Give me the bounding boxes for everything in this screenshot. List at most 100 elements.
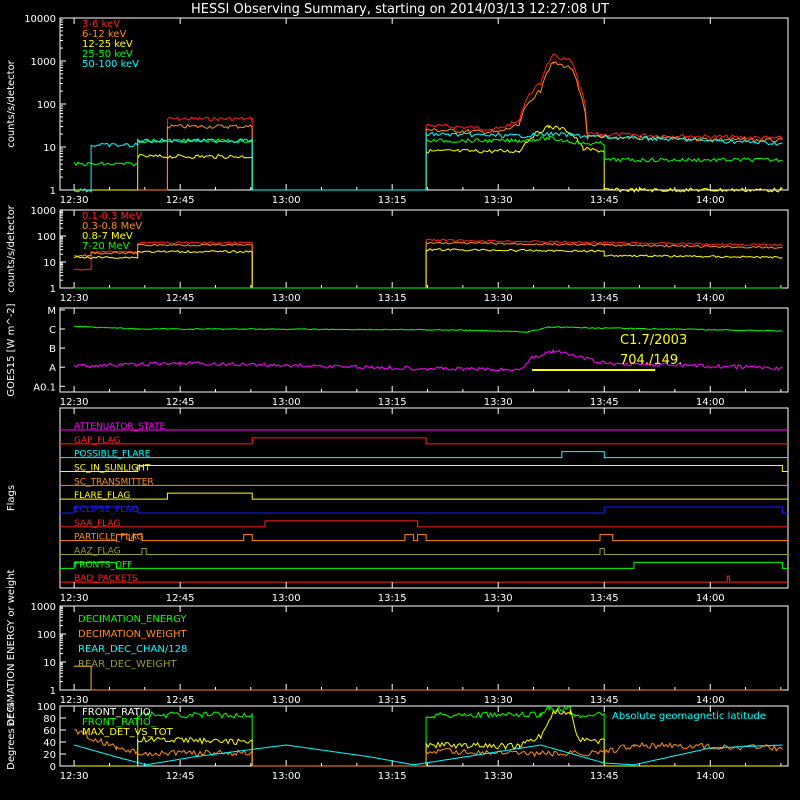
goes-ytick-label: B [49, 344, 56, 355]
highe-ytick-label: 100 [37, 232, 56, 243]
ratio-annotation: Absolute geomagnetic latitude [612, 711, 766, 722]
hessi-summary-figure: HESSI Observing Summary, starting on 201… [0, 0, 800, 800]
highe-xtick-label: 12:30 [60, 293, 89, 304]
flag-line [60, 492, 788, 500]
flags-frame [59, 407, 789, 589]
highe-xtick-label: 13:15 [378, 293, 407, 304]
ratio-xtick-label: 14:00 [696, 771, 725, 782]
flag-label: SC_IN_SUNLIGHT [74, 464, 151, 474]
flags-xtick-label: 13:30 [484, 593, 513, 604]
flag-label: GAP_FLAG [74, 436, 120, 446]
lowe-xtick-label: 14:00 [696, 195, 725, 206]
goes-xtick-label: 13:45 [590, 397, 619, 408]
lowe-xtick-label: 13:15 [378, 195, 407, 206]
decim-xtick-label: 13:00 [272, 695, 301, 706]
ratio-ylabel: Degrees or % [6, 702, 17, 770]
figure-title: HESSI Observing Summary, starting on 201… [191, 2, 609, 17]
goes-xtick-label: 13:30 [484, 397, 513, 408]
lowe-ytick-label: 1 [50, 186, 56, 197]
decim-xtick-label: 13:30 [484, 695, 513, 706]
flags-xtick-label: 13:45 [590, 593, 619, 604]
decim-legend-item: DECIMATION_WEIGHT [78, 629, 187, 640]
highe-series [74, 241, 783, 289]
panel-flags: ATTENUATOR_STATE GAP_FLAG POSSIBLE_FLARE SC… [6, 407, 789, 604]
hessi-summary-svg: HESSI Observing Summary, starting on 201… [6, 2, 789, 782]
decim-legend-item: REAR_DEC_CHAN/128 [78, 644, 187, 655]
flags-xtick-label: 12:30 [60, 593, 89, 604]
lowe-series [73, 136, 783, 191]
flag-line [60, 561, 788, 569]
ratio-ytick-label: 0 [50, 762, 56, 773]
ratio-xtick-label: 13:45 [590, 771, 619, 782]
highe-xtick-label: 13:30 [484, 293, 513, 304]
flag-line [60, 451, 788, 459]
goes-frame [59, 307, 789, 393]
decim-ytick-label: 1 [50, 686, 56, 697]
goes-ylabel: GOES15 [W m^-2] [6, 303, 17, 396]
panel-ratio: 12:30 12:45 13:00 13:15 13:30 13:45 14:00 Degre… [6, 702, 789, 782]
highe-xtick-label: 13:00 [272, 293, 301, 304]
decim-xtick-label: 13:45 [590, 695, 619, 706]
flag-line [60, 520, 788, 528]
goes-xtick-label: 13:15 [378, 397, 407, 408]
lowe-ytick-label: 1000 [31, 57, 56, 68]
ratio-ytick-label: 100 [37, 702, 56, 713]
flags-xtick-label: 14:00 [696, 593, 725, 604]
goes-xtick-label: 12:45 [166, 397, 195, 408]
flag-label: FRONTS_OFF [74, 560, 132, 570]
flag-line [60, 534, 788, 542]
flag-line [60, 437, 788, 445]
flag-label: ECLIPSE_FLAG [74, 505, 138, 515]
highe-ytick-label: 1000 [31, 206, 56, 217]
ratio-ytick-label: 80 [43, 714, 56, 725]
highe-series [73, 238, 783, 289]
lowe-frame [59, 17, 789, 191]
flags-ylabel: Flags [6, 485, 17, 511]
flag-label: BAD_PACKETS [74, 574, 138, 584]
ratio-xtick-label: 12:45 [166, 771, 195, 782]
lowe-ytick-label: 10000 [24, 14, 56, 25]
panel-highe: 12:30 12:45 13:00 13:15 13:30 13:45 14:00 count… [6, 204, 789, 304]
flag-label: POSSIBLE_FLARE [74, 450, 151, 460]
highe-ytick-label: 10 [43, 258, 56, 269]
highe-xtick-label: 13:45 [590, 293, 619, 304]
goes-xtick-label: 13:00 [272, 397, 301, 408]
lowe-series [74, 52, 783, 191]
goes-xtick-label: 12:30 [60, 397, 89, 408]
highe-frame [59, 209, 789, 289]
flag-line [60, 575, 788, 583]
highe-xtick-label: 14:00 [696, 293, 725, 304]
panels: 12:30 12:45 13:00 13:15 13:30 13:45 14:00 count… [6, 14, 789, 782]
goes-series [74, 325, 783, 334]
goes-ytick-label: M [47, 306, 56, 317]
lowe-series [74, 60, 783, 191]
decim-ytick-label: 1000 [31, 602, 56, 613]
goes-flare-annotation: C1.7/2003 [620, 333, 687, 348]
flags-xtick-label: 13:00 [272, 593, 301, 604]
decim-legend-item: REAR_DEC_WEIGHT [78, 659, 177, 670]
highe-xtick-label: 12:45 [166, 293, 195, 304]
highe-ytick-label: 1 [50, 284, 56, 295]
ratio-xtick-label: 12:30 [60, 771, 89, 782]
lowe-ytick-label: 100 [37, 100, 56, 111]
flag-line [60, 506, 788, 514]
lowe-xtick-label: 12:45 [166, 195, 195, 206]
goes-xtick-label: 14:00 [696, 397, 725, 408]
flag-line [60, 548, 788, 555]
goes-ytick-label: A [49, 363, 56, 374]
decim-xtick-label: 12:30 [60, 695, 89, 706]
lowe-xtick-label: 13:00 [272, 195, 301, 206]
lowe-ytick-label: 10 [43, 143, 56, 154]
flag-label: FLARE_FLAG [74, 491, 130, 501]
decim-ytick-label: 10 [43, 658, 56, 669]
goes-ytick-label: C [49, 325, 56, 336]
flag-label: SC_TRANSMITTER [74, 477, 154, 487]
decim-legend-item: DECIMATION_ENERGY [78, 614, 187, 625]
decim-xtick-label: 12:45 [166, 695, 195, 706]
flags-xtick-label: 13:15 [378, 593, 407, 604]
ratio-xtick-label: 13:30 [484, 771, 513, 782]
decim-xtick-label: 13:15 [378, 695, 407, 706]
decim-ytick-label: 100 [37, 630, 56, 641]
ratio-ytick-label: 40 [43, 738, 56, 749]
flag-label: PARTICLE_FLAG [74, 533, 144, 543]
